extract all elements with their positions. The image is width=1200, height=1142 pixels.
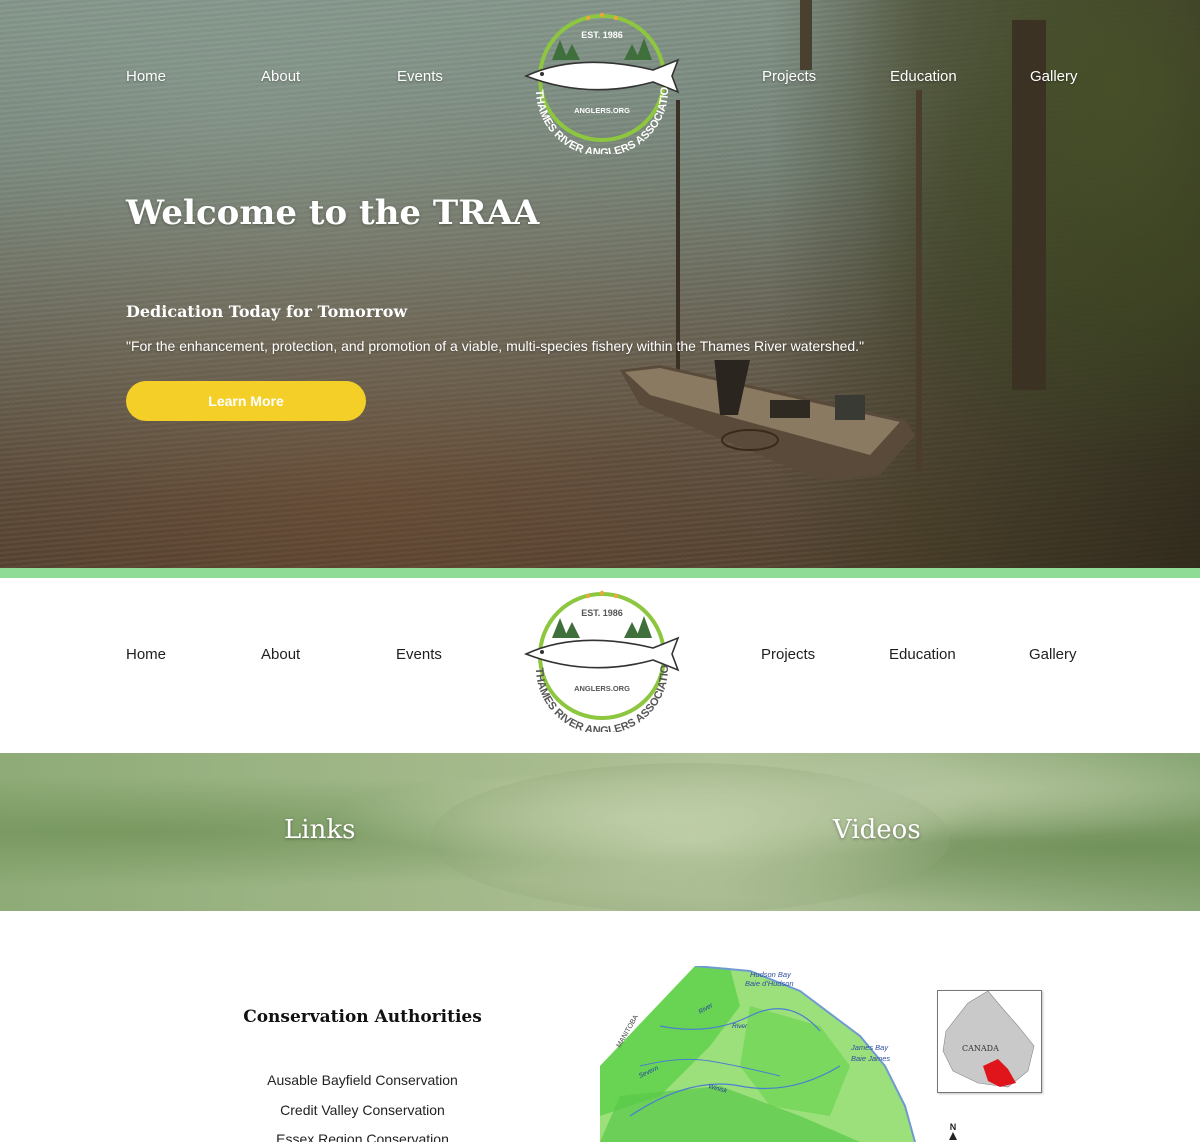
nav-education[interactable]: Education bbox=[889, 646, 956, 663]
hero-title: Welcome to the TRAA bbox=[126, 193, 540, 233]
links-videos-banner: Links Videos bbox=[0, 753, 1200, 911]
page: Home About Events Projects Education Gal… bbox=[0, 0, 1200, 1142]
nav-projects[interactable]: Projects bbox=[762, 68, 816, 85]
traa-logo[interactable]: EST. 1986 ANGLERS.ORG THAMES RIVER ANGLE… bbox=[518, 582, 683, 732]
svg-text:CANADA: CANADA bbox=[962, 1044, 999, 1053]
conservation-authorities-title: Conservation Authorities bbox=[243, 1007, 482, 1027]
hero-quote: "For the enhancement, protection, and pr… bbox=[126, 338, 865, 354]
svg-text:ANGLERS.ORG: ANGLERS.ORG bbox=[574, 106, 630, 115]
nav-projects[interactable]: Projects bbox=[761, 646, 815, 663]
hero-section: Home About Events Projects Education Gal… bbox=[0, 0, 1200, 568]
svg-text:Baie d'Hudson: Baie d'Hudson bbox=[745, 979, 794, 988]
nav-about[interactable]: About bbox=[261, 68, 300, 85]
nav-events[interactable]: Events bbox=[397, 68, 443, 85]
learn-more-button[interactable]: Learn More bbox=[126, 381, 366, 421]
canada-locator-inset: CANADA bbox=[937, 990, 1042, 1093]
svg-text:EST. 1986: EST. 1986 bbox=[581, 30, 623, 40]
svg-text:Hudson Bay: Hudson Bay bbox=[750, 970, 792, 979]
links-link[interactable]: Links bbox=[284, 815, 355, 845]
traa-logo[interactable]: EST. 1986 ANGLERS.ORG THAMES RIVER ANGLE… bbox=[518, 4, 683, 154]
nav-home[interactable]: Home bbox=[126, 68, 166, 85]
videos-link[interactable]: Videos bbox=[833, 815, 921, 845]
list-item[interactable]: Ausable Bayfield Conservation bbox=[220, 1071, 505, 1101]
conservation-authorities-list: Ausable Bayfield Conservation Credit Val… bbox=[220, 1071, 505, 1142]
nav-gallery[interactable]: Gallery bbox=[1029, 646, 1077, 663]
ontario-map: Hudson Bay Baie d'Hudson James Bay Baie … bbox=[600, 966, 930, 1142]
sticky-header: Home About Events Projects Education Gal… bbox=[0, 578, 1200, 753]
nav-events[interactable]: Events bbox=[396, 646, 442, 663]
svg-text:River: River bbox=[732, 1023, 748, 1030]
svg-text:Baie James: Baie James bbox=[851, 1054, 890, 1063]
nav-home[interactable]: Home bbox=[126, 646, 166, 663]
svg-text:EST. 1986: EST. 1986 bbox=[581, 608, 623, 618]
ontario-map-graphic: Hudson Bay Baie d'Hudson James Bay Baie … bbox=[600, 966, 916, 1142]
banner-tint bbox=[0, 753, 1200, 911]
list-item[interactable]: Credit Valley Conservation bbox=[220, 1101, 505, 1131]
nav-education[interactable]: Education bbox=[890, 68, 957, 85]
north-arrow-icon: N bbox=[947, 1122, 959, 1142]
dock-pole bbox=[916, 90, 922, 470]
svg-text:ANGLERS.ORG: ANGLERS.ORG bbox=[574, 684, 630, 693]
canada-locator-graphic: CANADA bbox=[942, 990, 1035, 1088]
hero-subtitle: Dedication Today for Tomorrow bbox=[126, 302, 408, 321]
nav-about[interactable]: About bbox=[261, 646, 300, 663]
accent-bar bbox=[0, 568, 1200, 578]
list-item[interactable]: Essex Region Conservation bbox=[220, 1130, 505, 1142]
svg-text:James Bay: James Bay bbox=[850, 1043, 889, 1052]
nav-gallery[interactable]: Gallery bbox=[1030, 68, 1078, 85]
boat-with-angler-image bbox=[620, 360, 915, 480]
